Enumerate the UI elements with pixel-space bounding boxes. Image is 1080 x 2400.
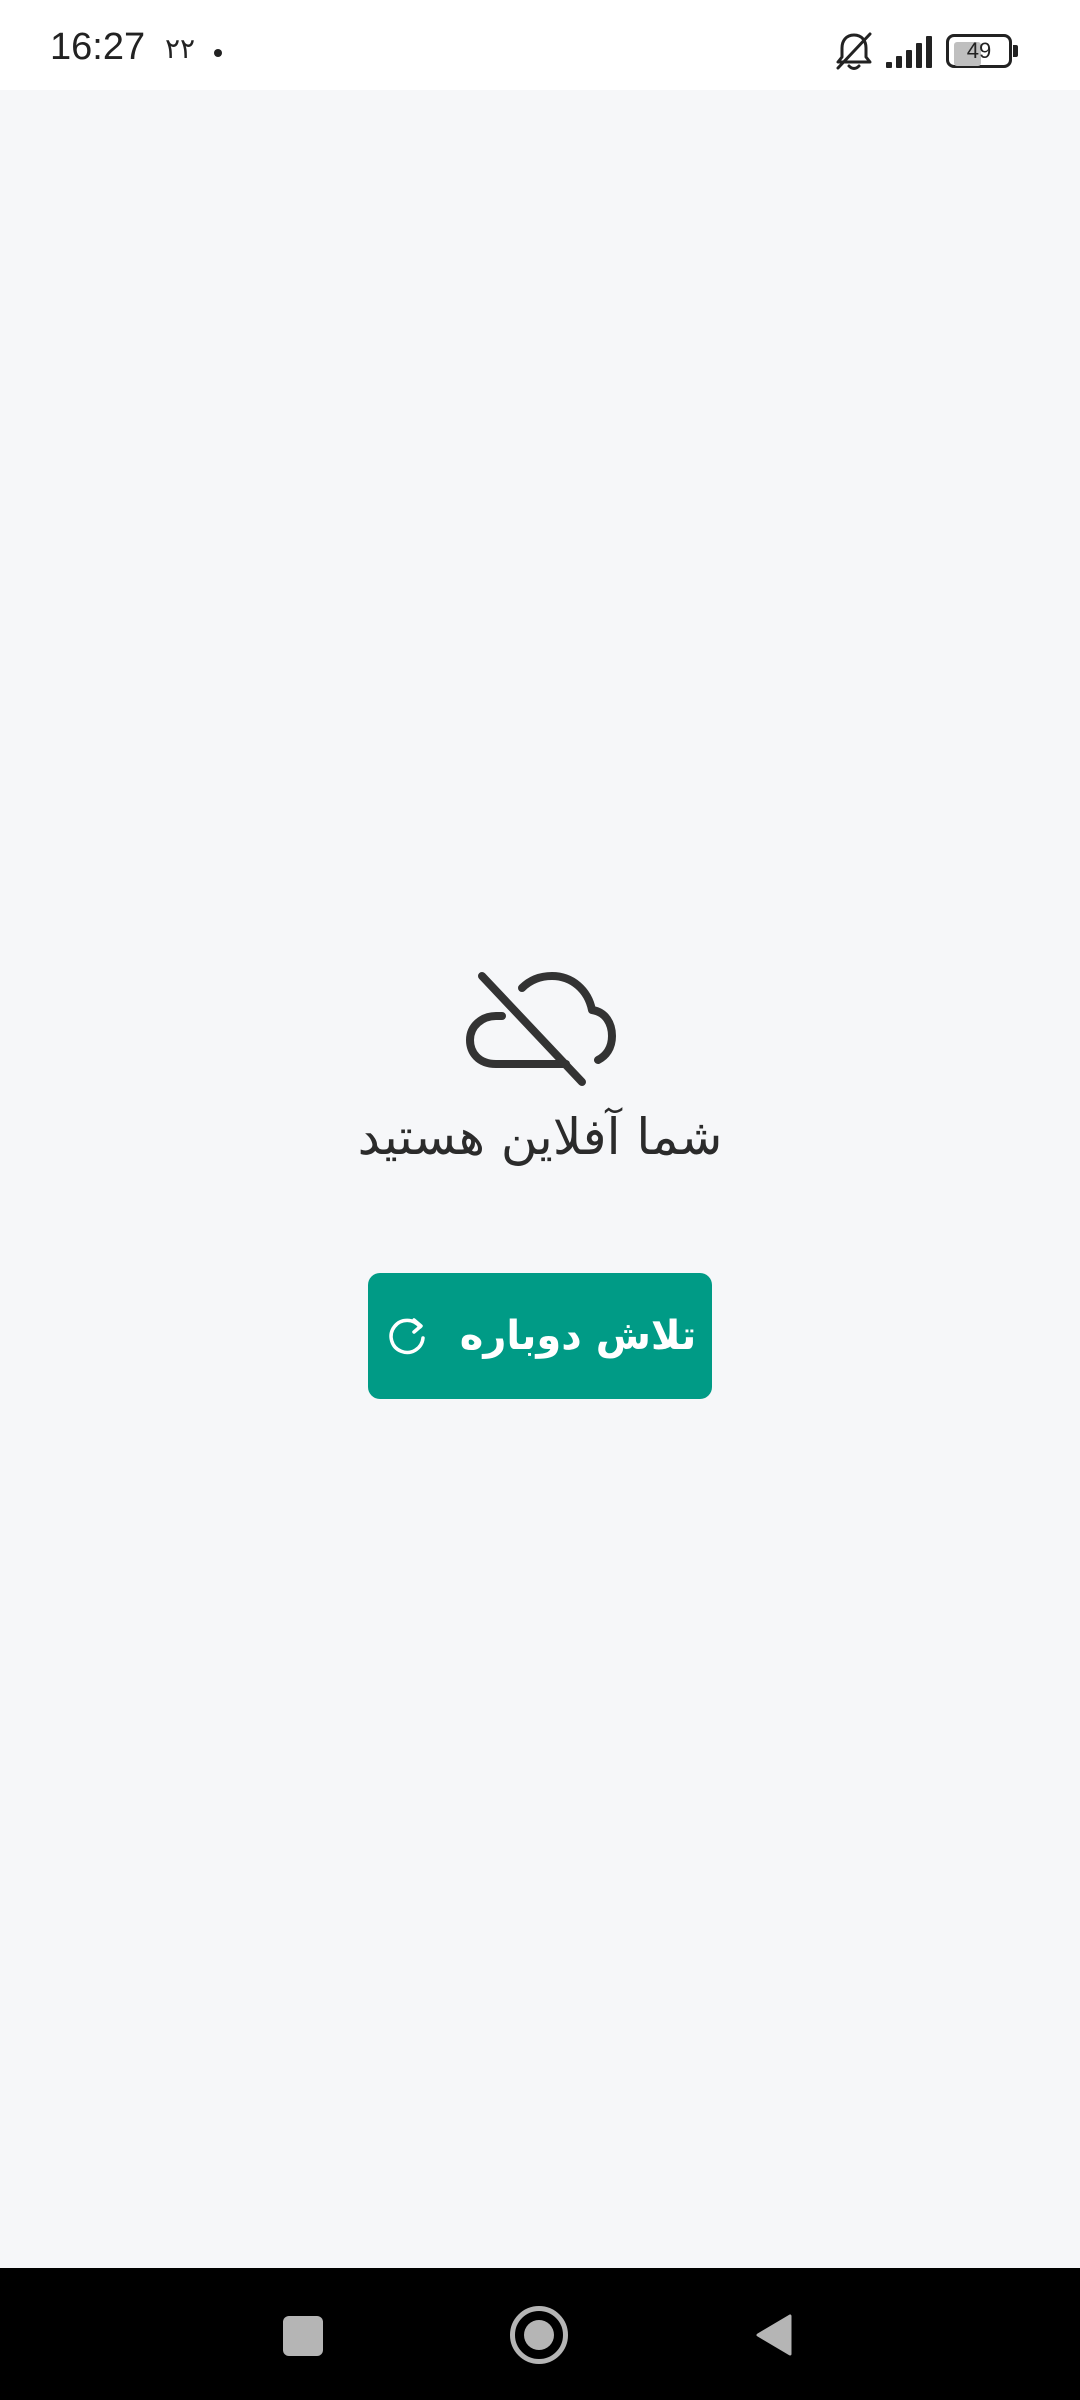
battery-level: 49 <box>966 38 992 63</box>
back-icon[interactable] <box>752 2312 794 2358</box>
cloud-off-icon <box>466 972 616 1086</box>
retry-button[interactable]: تلاش دوباره <box>368 1273 712 1399</box>
mute-icon <box>836 32 872 70</box>
status-bar: 16:27 ۲۲ 49 <box>0 0 1080 90</box>
battery-icon: 49 <box>946 34 1018 68</box>
home-icon[interactable] <box>510 2306 568 2364</box>
battery-tip <box>1013 45 1018 57</box>
home-icon-inner <box>524 2320 554 2350</box>
status-notification-count: ۲۲ <box>165 32 196 65</box>
refresh-icon <box>389 1318 425 1355</box>
navigation-bar <box>0 2268 1080 2400</box>
offline-message: شما آفلاین هستید <box>357 1108 723 1166</box>
app-screen: 16:27 ۲۲ 49 شما آفلاین هستید تلاش دوباره <box>0 0 1080 2400</box>
status-time: 16:27 <box>50 26 146 68</box>
signal-icon <box>886 36 932 68</box>
status-dot-icon <box>214 49 222 57</box>
retry-button-label: تلاش دوباره <box>459 1313 697 1359</box>
recent-apps-icon[interactable] <box>283 2316 323 2356</box>
